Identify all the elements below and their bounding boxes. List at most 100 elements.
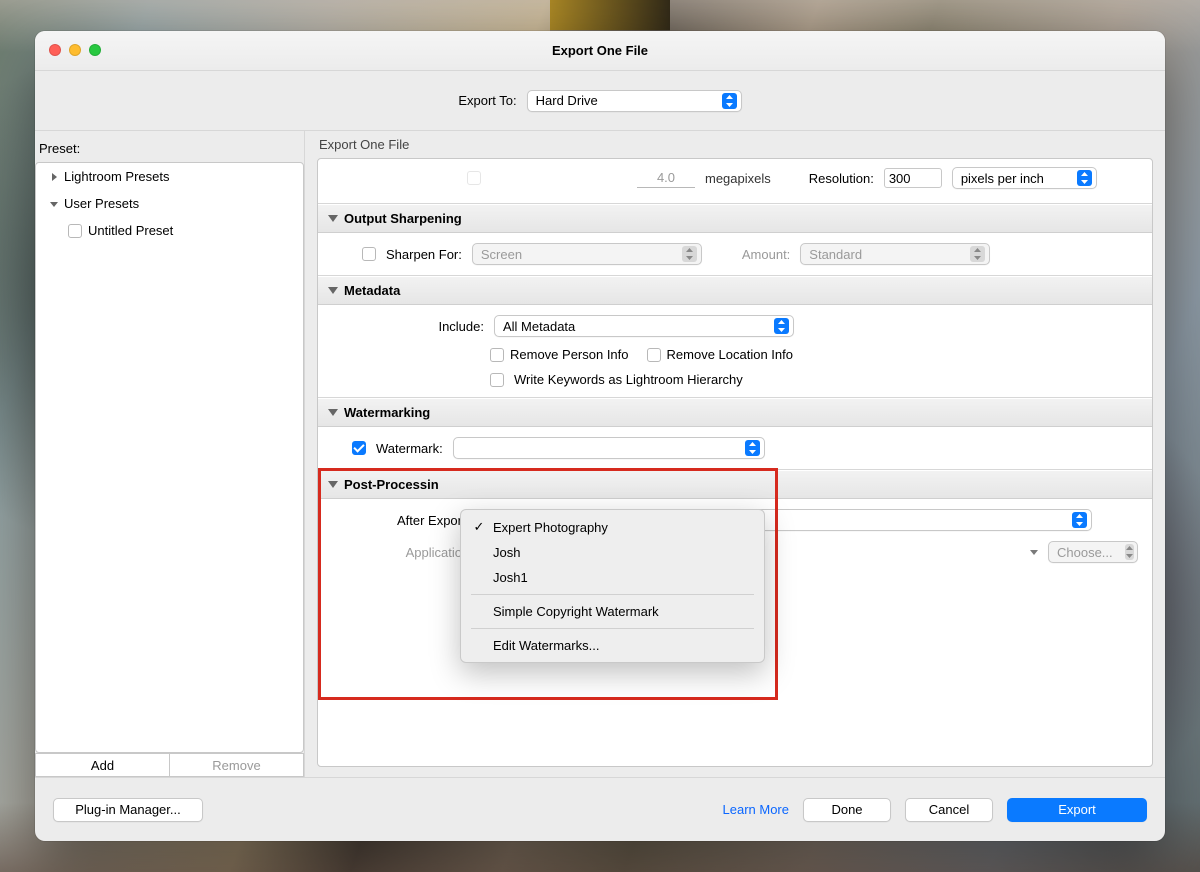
choose-button[interactable]: Choose... — [1048, 541, 1138, 563]
close-icon[interactable] — [49, 44, 61, 56]
export-to-row: Export To: Hard Drive — [35, 71, 1165, 131]
write-keywords-label: Write Keywords as Lightroom Hierarchy — [514, 372, 743, 387]
include-value: All Metadata — [503, 319, 575, 334]
megapixels-input[interactable] — [637, 168, 695, 188]
export-to-select[interactable]: Hard Drive — [527, 90, 742, 112]
remove-button[interactable]: Remove — [169, 753, 304, 777]
watermark-menu-item[interactable]: Josh1 — [461, 565, 764, 590]
panel-title: Output Sharpening — [344, 211, 462, 226]
panel-title: Watermarking — [344, 405, 430, 420]
export-dialog: Export One File Export To: Hard Drive Pr… — [35, 31, 1165, 841]
stepper-icon — [745, 440, 760, 456]
disclosure-triangle-icon — [328, 409, 338, 416]
remove-person-checkbox[interactable] — [490, 348, 504, 362]
checkmark-icon: ✓ — [473, 519, 485, 535]
preset-group-label: User Presets — [64, 196, 139, 211]
watermark-checkbox[interactable] — [352, 441, 366, 455]
sharpen-for-label: Sharpen For: — [386, 247, 462, 262]
include-select[interactable]: All Metadata — [494, 315, 794, 337]
watermark-menu[interactable]: ✓ Expert Photography Josh Josh1 Simp — [460, 509, 765, 663]
watermark-menu-item[interactable]: ✓ Expert Photography — [461, 514, 764, 540]
menu-item-label: Josh — [493, 545, 520, 560]
menu-item-label: Expert Photography — [493, 520, 608, 535]
choose-label: Choose... — [1057, 545, 1113, 560]
zoom-icon[interactable] — [89, 44, 101, 56]
resolution-unit-value: pixels per inch — [961, 171, 1044, 186]
watermark-label: Watermark: — [376, 441, 443, 456]
remove-location-label: Remove Location Info — [667, 347, 793, 362]
export-button[interactable]: Export — [1007, 798, 1147, 822]
checkbox-icon[interactable] — [68, 224, 82, 238]
sizing-row: ­ megapixels Resolution: pixels per inch — [318, 159, 1152, 204]
resolution-input[interactable] — [884, 168, 942, 188]
done-button[interactable]: Done — [803, 798, 891, 822]
panel-title: Metadata — [344, 283, 400, 298]
chevron-right-icon — [50, 173, 58, 181]
preset-item[interactable]: Untitled Preset — [36, 217, 303, 244]
watermark-menu-simple[interactable]: Simple Copyright Watermark — [461, 599, 764, 624]
main-heading: Export One File — [317, 137, 1153, 158]
titlebar: Export One File — [35, 31, 1165, 71]
preset-item-label: Untitled Preset — [88, 223, 173, 238]
panel-head-watermarking[interactable]: Watermarking — [318, 398, 1152, 427]
panel-head-sharpening[interactable]: Output Sharpening — [318, 204, 1152, 233]
disclosure-triangle-icon — [328, 481, 338, 488]
resize-label: ­ — [491, 171, 581, 186]
disclosure-triangle-icon — [328, 287, 338, 294]
preset-sidebar: Preset: Lightroom Presets User Presets U… — [35, 131, 305, 777]
chevron-down-icon — [50, 200, 58, 208]
window-title: Export One File — [552, 43, 648, 58]
panel-title: Post-Processin — [344, 477, 439, 492]
stepper-icon — [970, 246, 985, 262]
watermark-menu-edit[interactable]: Edit Watermarks... — [461, 633, 764, 658]
minimize-icon[interactable] — [69, 44, 81, 56]
watermark-select[interactable] — [453, 437, 765, 459]
stepper-icon — [722, 93, 737, 109]
panel-sharpening: Output Sharpening Sharpen For: Screen — [318, 204, 1152, 276]
menu-separator — [471, 594, 754, 595]
sharpen-checkbox[interactable] — [362, 247, 376, 261]
dropdown-icon[interactable] — [1030, 550, 1038, 555]
main-area: Export One File ­ megapixels Resolution:… — [305, 131, 1165, 777]
settings-scroll[interactable]: ­ megapixels Resolution: pixels per inch — [317, 158, 1153, 767]
sharpen-for-select[interactable]: Screen — [472, 243, 702, 265]
panel-head-postprocessing[interactable]: Post-Processin — [318, 470, 1152, 499]
learn-more-link[interactable]: Learn More — [723, 802, 789, 817]
preset-group-label: Lightroom Presets — [64, 169, 170, 184]
amount-select[interactable]: Standard — [800, 243, 990, 265]
stepper-icon — [1125, 544, 1134, 560]
export-to-label: Export To: — [458, 93, 516, 108]
remove-location-checkbox[interactable] — [647, 348, 661, 362]
window-controls — [49, 44, 101, 56]
stepper-icon — [1077, 170, 1092, 186]
menu-item-label: Simple Copyright Watermark — [493, 604, 659, 619]
cancel-button[interactable]: Cancel — [905, 798, 993, 822]
write-keywords-checkbox[interactable] — [490, 373, 504, 387]
panel-head-metadata[interactable]: Metadata — [318, 276, 1152, 305]
after-export-label: After Expor — [376, 513, 462, 528]
disclosure-triangle-icon — [328, 215, 338, 222]
stepper-icon — [1072, 512, 1087, 528]
preset-group-lightroom[interactable]: Lightroom Presets — [36, 163, 303, 190]
preset-tree[interactable]: Lightroom Presets User Presets Untitled … — [35, 162, 304, 753]
resize-checkbox[interactable] — [467, 171, 481, 185]
resolution-unit-select[interactable]: pixels per inch — [952, 167, 1097, 189]
amount-label: Amount: — [742, 247, 790, 262]
sharpen-for-value: Screen — [481, 247, 522, 262]
megapixels-unit: megapixels — [705, 171, 771, 186]
add-button[interactable]: Add — [35, 753, 169, 777]
watermark-menu-item[interactable]: Josh — [461, 540, 764, 565]
include-label: Include: — [428, 319, 484, 334]
amount-value: Standard — [809, 247, 862, 262]
stepper-icon — [774, 318, 789, 334]
preset-group-user[interactable]: User Presets — [36, 190, 303, 217]
plugin-manager-button[interactable]: Plug-in Manager... — [53, 798, 203, 822]
preset-heading: Preset: — [35, 137, 304, 162]
application-label: Applicatio — [376, 545, 462, 560]
export-to-value: Hard Drive — [536, 93, 598, 108]
menu-item-label: Josh1 — [493, 570, 528, 585]
menu-item-label: Edit Watermarks... — [493, 638, 599, 653]
panel-watermarking: Watermarking Watermark: — [318, 398, 1152, 470]
preset-buttons: Add Remove — [35, 753, 304, 777]
resolution-label: Resolution: — [809, 171, 874, 186]
